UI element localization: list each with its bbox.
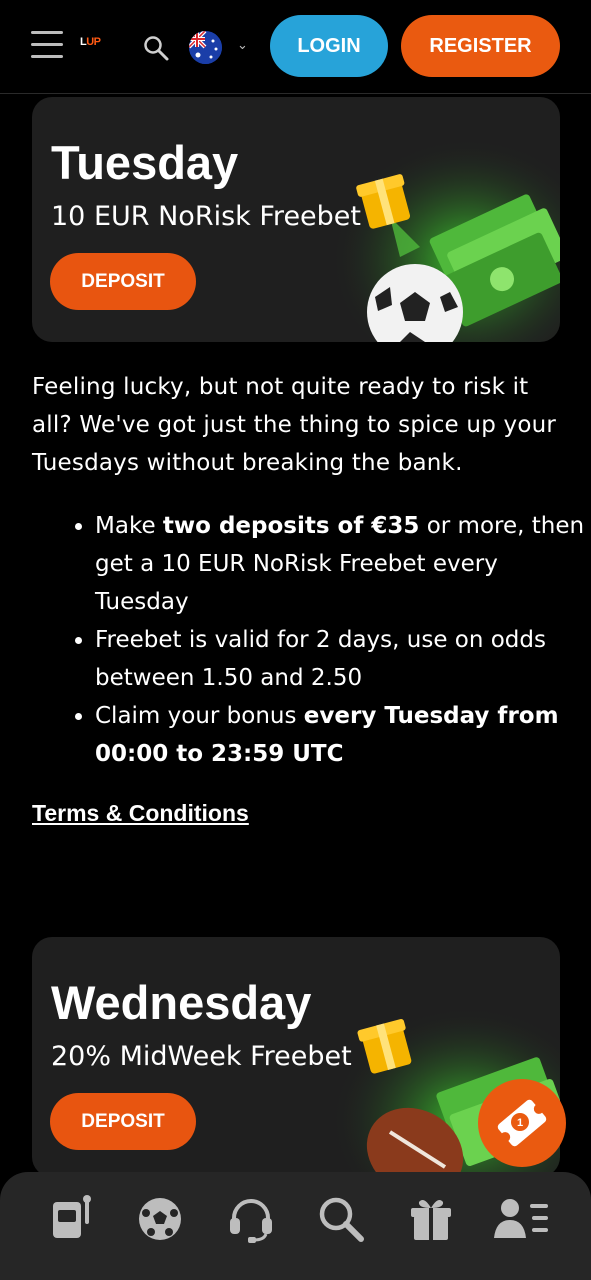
betslip-button[interactable]: 1 [478,1079,566,1167]
support-headset-icon[interactable] [226,1194,276,1244]
promo-card-tuesday: Tuesday 10 EUR NoRisk Freebet DEPOSIT [32,97,560,342]
card-offer: 20% MidWeek Freebet [51,1041,352,1072]
promo-rules-list: Make two deposits of €35 or more, then g… [63,507,591,773]
slots-icon[interactable] [47,1194,97,1244]
promo-description: Feeling lucky, but not quite ready to ri… [32,374,557,476]
sports-ball-icon[interactable] [135,1194,185,1244]
deposit-button[interactable]: DEPOSIT [50,1093,196,1150]
menu-icon[interactable] [31,31,63,61]
search-icon[interactable] [142,34,170,62]
australia-flag-icon[interactable] [189,31,222,64]
brand-logo[interactable]: LUP [80,36,101,48]
soccer-freebet-illustration [330,137,560,342]
list-item: Freebet is valid for 2 days, use on odds… [95,621,591,697]
top-header: LUP ⌄ LOGIN REGISTER [0,0,591,94]
betslip-count: 1 [517,1117,523,1129]
bottom-navigation [0,1172,591,1280]
chevron-down-icon[interactable]: ⌄ [237,38,248,53]
ticket-icon: 1 [497,1099,547,1147]
list-item: Claim your bonus every Tuesday from 00:0… [95,697,591,773]
gift-icon[interactable] [406,1194,456,1244]
login-button[interactable]: LOGIN [270,15,388,77]
card-title: Wednesday [51,976,312,1029]
search-icon[interactable] [316,1194,366,1244]
profile-menu-icon[interactable] [494,1194,550,1244]
card-title: Tuesday [51,136,239,189]
card-offer: 10 EUR NoRisk Freebet [51,201,361,232]
terms-link[interactable]: Terms & Conditions [32,800,249,827]
deposit-button[interactable]: DEPOSIT [50,253,196,310]
register-button[interactable]: REGISTER [401,15,560,77]
list-item: Make two deposits of €35 or more, then g… [95,507,591,621]
